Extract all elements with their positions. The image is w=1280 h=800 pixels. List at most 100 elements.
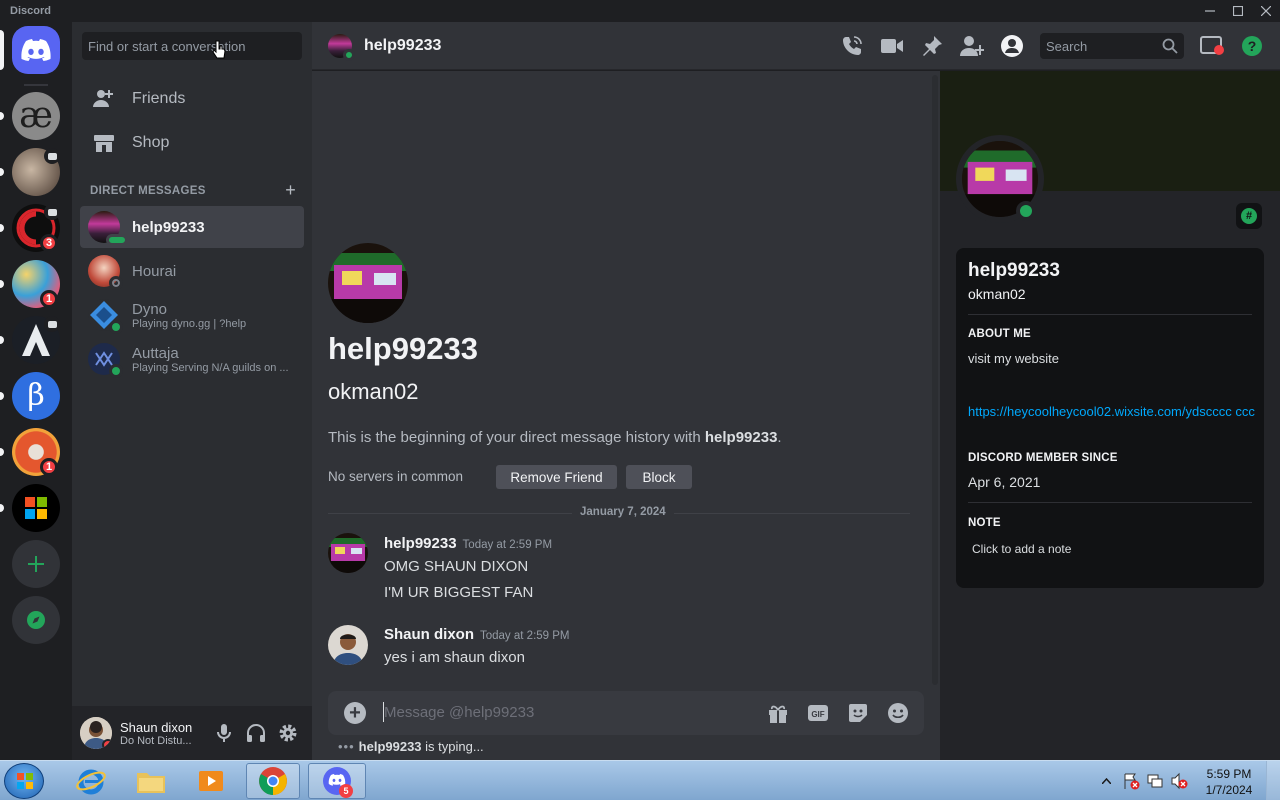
taskbar-chrome[interactable] [246,763,300,799]
dm-activity: Playing dyno.gg | ?help [132,317,247,330]
add-server-button[interactable] [12,540,60,588]
emoji-icon [888,703,908,723]
user-status: Do Not Distu... [120,734,192,747]
explore-servers-button[interactable] [12,596,60,644]
message-author[interactable]: Shaun dixon Today at 2:59 PM [384,626,570,643]
action-center-tray-button[interactable] [1120,761,1142,800]
dnd-status-icon [102,739,112,749]
header-username[interactable]: help99233 [364,37,441,55]
show-hidden-icons-button[interactable] [1098,761,1114,800]
block-button[interactable]: Block [626,465,692,489]
header-avatar [328,34,355,61]
about-me-link[interactable]: https://heycoolheycool02.wixsite.com/yds… [968,403,1256,421]
deafen-button[interactable] [244,721,268,745]
avatar [88,299,123,334]
window-titlebar: Discord [0,0,1280,22]
online-status-icon [1016,201,1036,221]
user-profile-panel: # help99233 okman02 ABOUT ME visit my we… [940,71,1280,760]
minimize-button[interactable] [1196,0,1224,22]
close-button[interactable] [1252,0,1280,22]
message-avatar[interactable] [328,625,368,665]
online-status-icon [343,49,355,61]
shop-nav-item[interactable]: Shop [80,122,304,164]
welcome-suffix: . [777,429,782,446]
gif-button[interactable]: GIF [806,701,830,725]
dm-item-auttaja[interactable]: Auttaja Playing Serving N/A guilds on ..… [80,338,304,380]
taskbar-media-player[interactable] [184,763,238,799]
sticker-button[interactable] [846,701,870,725]
voice-activity-icon [44,148,60,164]
dm-name: Dyno [132,300,168,318]
plus-icon [28,556,44,572]
compass-icon [27,611,45,629]
message-input[interactable]: Message @help99233 [384,704,534,721]
emoji-button[interactable] [886,701,910,725]
no-servers-in-common: No servers in common [328,469,464,484]
server-icon-ae[interactable]: æ [12,92,60,140]
user-avatar[interactable] [80,717,112,749]
voice-call-button[interactable] [840,34,864,58]
friends-label: Friends [132,90,186,107]
server-icon-tiles[interactable] [12,484,60,532]
avatar [88,255,123,290]
taskbar-discord[interactable]: 5 [308,763,366,799]
send-gift-button[interactable] [766,701,790,725]
show-desktop-button[interactable] [1266,761,1280,800]
maximize-button[interactable] [1224,0,1252,22]
user-name: Shaun dixon [120,719,193,735]
mention-badge: 1 [40,458,58,476]
user-profile-toggle[interactable] [1000,34,1024,58]
remove-friend-button[interactable]: Remove Friend [496,465,617,489]
clock-time: 5:59 PM [1206,767,1252,781]
typing-suffix: is typing... [421,739,484,754]
create-dm-plus-icon[interactable]: + [285,180,296,201]
add-friends-to-dm-button[interactable] [960,34,984,58]
find-conversation-input[interactable]: Find or start a conversation [82,32,302,60]
pinned-messages-button[interactable] [920,34,944,58]
help-button[interactable]: ? [1240,34,1264,58]
user-settings-button[interactable] [276,721,300,745]
friends-nav-item[interactable]: Friends [80,78,304,120]
profile-badge[interactable]: # [1236,203,1262,229]
mute-button[interactable] [212,721,236,745]
upload-plus-button[interactable]: + [344,702,366,724]
chat-header: help99233 Search ? [312,22,1280,70]
phone-icon [843,36,862,55]
minimize-icon [1205,10,1215,12]
profile-username: help99233 [968,260,1060,281]
unread-indicator [0,168,4,176]
server-icon-beta[interactable]: β [12,372,60,420]
taskbar-internet-explorer[interactable] [64,763,118,799]
voice-activity-icon [44,316,60,332]
dm-activity: Playing Serving N/A guilds on ... [132,361,289,374]
date-divider: January 7, 2024 [328,506,910,518]
note-input[interactable]: Click to add a note [972,542,1071,556]
close-icon [1261,6,1271,16]
video-call-button[interactable] [880,34,904,58]
event-icon [44,204,60,220]
dm-item-help99233[interactable]: help99233 [80,206,304,248]
member-since-date: Apr 6, 2021 [968,474,1041,490]
offline-status-icon [109,276,123,290]
home-dm-button[interactable] [12,26,60,74]
volume-tray-button[interactable] [1168,761,1190,800]
message-avatar[interactable] [328,533,368,573]
start-button[interactable] [4,763,44,799]
online-status-icon [109,364,123,378]
mention-badge: 1 [40,290,58,308]
taskbar-file-explorer[interactable] [124,763,178,799]
system-clock[interactable]: 5:59 PM 1/7/2024 [1198,766,1260,798]
dm-item-hourai[interactable]: Hourai [80,250,304,292]
welcome-avatar [328,243,408,323]
headphones-icon [247,724,265,742]
network-tray-button[interactable] [1144,761,1166,800]
unread-indicator [0,224,4,232]
flag-error-icon [1124,773,1140,790]
folder-icon [137,773,165,793]
message-author[interactable]: help99233 Today at 2:59 PM [384,535,552,552]
dm-item-dyno[interactable]: Dyno Playing dyno.gg | ?help [80,294,304,336]
inbox-button[interactable] [1200,34,1224,58]
chat-scrollbar[interactable] [932,75,938,685]
direct-messages-title: DIRECT MESSAGES [90,185,206,197]
search-input[interactable]: Search [1040,33,1184,59]
